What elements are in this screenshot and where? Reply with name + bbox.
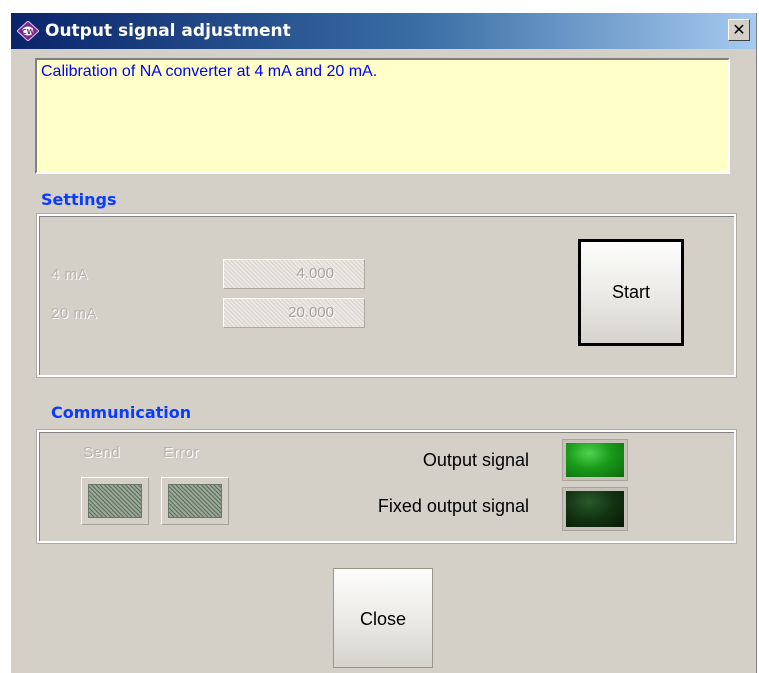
app-logo-icon: CW [17,21,39,41]
fixed-output-signal-led-fill [566,491,624,527]
dialog-window: CW Output signal adjustment ✕ Calibratio… [10,13,757,673]
output-signal-label: Output signal [422,450,529,470]
output-signal-led-fill [566,443,624,477]
communication-section-title: Communication [51,403,192,422]
send-indicator [81,477,149,525]
fixed-output-signal-label: Fixed output signal [377,496,529,516]
send-label: Send [83,444,121,461]
close-button[interactable]: Close [333,568,433,668]
error-label: Error [163,444,199,461]
settings-section-title: Settings [41,190,117,209]
description-text: Calibration of NA converter at 4 mA and … [41,63,378,80]
svg-text:CW: CW [22,28,35,36]
title-close-button[interactable]: ✕ [728,19,750,41]
communication-panel: Send Error Output signal Fixed output si… [36,429,737,544]
error-indicator-fill [168,484,222,518]
setting-field-4ma[interactable]: 4.000 [223,259,365,289]
setting-label-20ma: 20 mA [51,305,97,322]
close-icon: ✕ [732,20,746,39]
settings-panel: 4 mA 4.000 20 mA 20.000 Start [36,213,737,378]
window-title: Output signal adjustment [45,21,291,41]
output-signal-led [562,439,628,481]
start-button[interactable]: Start [578,239,684,346]
setting-label-4ma: 4 mA [51,266,89,283]
title-bar[interactable]: CW Output signal adjustment ✕ [11,13,756,49]
error-indicator [161,477,229,525]
fixed-output-signal-led [562,487,628,531]
description-box: Calibration of NA converter at 4 mA and … [35,58,730,174]
setting-field-20ma[interactable]: 20.000 [223,298,365,328]
send-indicator-fill [88,484,142,518]
